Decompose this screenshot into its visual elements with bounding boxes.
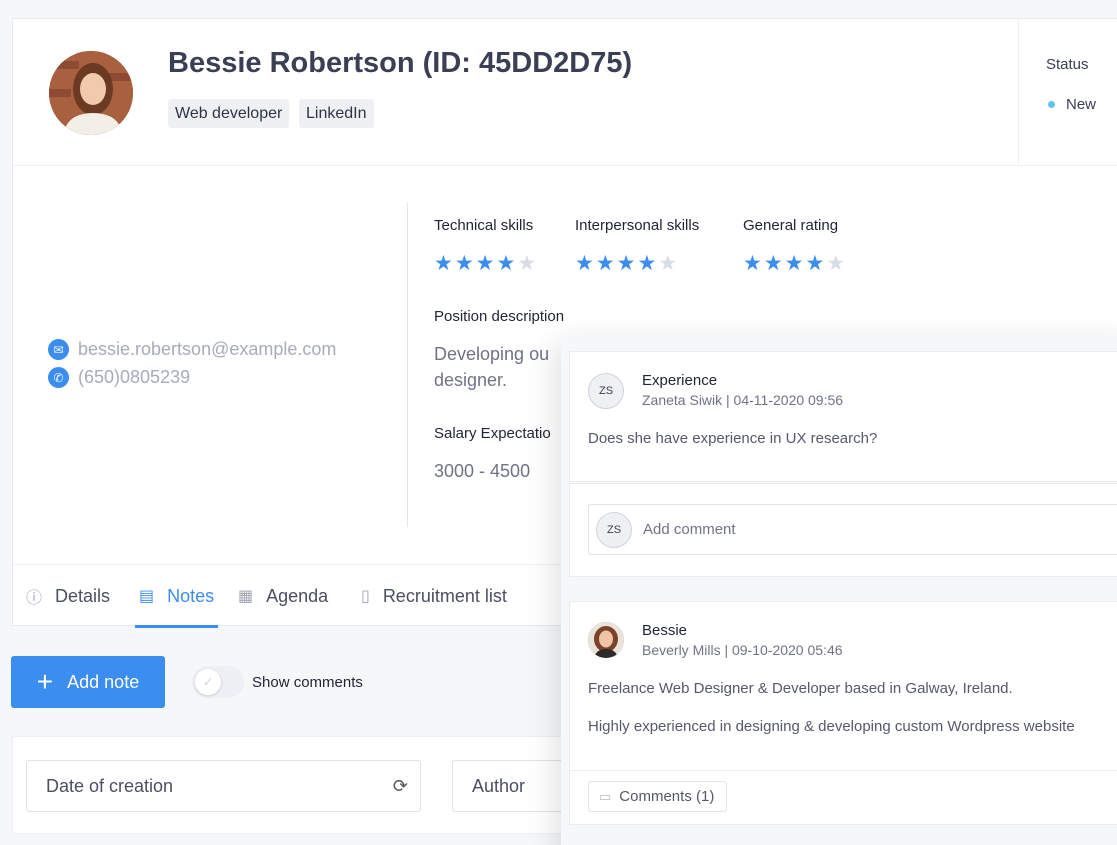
star-icon[interactable]: ★ <box>476 253 495 274</box>
rating-label-technical: Technical skills <box>434 217 534 234</box>
add-note-button[interactable]: + Add note <box>11 656 165 708</box>
info-icon: ⓘ <box>26 590 43 607</box>
check-icon: ✓ <box>202 675 214 689</box>
note-body: Does she have experience in UX research? <box>588 430 878 447</box>
position-description-label: Position description <box>434 308 565 325</box>
position-description-line: Developing ou <box>434 344 550 364</box>
date-filter-label: Date of creation <box>46 775 174 796</box>
status-label: Status <box>1046 56 1089 73</box>
comments-button[interactable]: ▭ Comments (1) <box>588 781 728 812</box>
refresh-icon[interactable]: ⟳ <box>393 776 408 797</box>
document-icon: ▤ <box>139 588 155 605</box>
email-row[interactable]: ✉ bessie.robertson@example.com <box>48 339 336 360</box>
star-icon[interactable]: ★ <box>496 253 515 274</box>
star-icon[interactable]: ★ <box>617 253 636 274</box>
calendar-icon: ▦ <box>238 588 254 605</box>
note-meta: Beverly Mills | 09-10-2020 05:46 <box>642 642 843 658</box>
tab-details[interactable]: ⓘ Details <box>26 565 110 627</box>
star-icon[interactable]: ★ <box>455 253 474 274</box>
star-icon[interactable]: ★ <box>826 253 845 274</box>
rating-stars-interpersonal[interactable]: ★ ★ ★ ★ ★ <box>575 253 677 274</box>
status-value[interactable]: New <box>1066 96 1096 113</box>
show-comments-toggle[interactable]: ✓ <box>192 666 244 698</box>
phone-row[interactable]: ✆ (650)0805239 <box>48 367 190 388</box>
add-comment-input[interactable]: ZS Add comment <box>588 504 1117 555</box>
tab-label: Details <box>55 585 111 606</box>
add-comment-placeholder: Add comment <box>643 521 736 538</box>
star-icon[interactable]: ★ <box>517 253 536 274</box>
candidate-name: Bessie Robertson (ID: 45DD2D75) <box>168 47 633 79</box>
tab-label: Agenda <box>266 585 329 606</box>
salary-label: Salary Expectatio <box>434 425 551 442</box>
tab-label: Notes <box>167 585 215 606</box>
star-icon[interactable]: ★ <box>637 253 656 274</box>
rating-label-interpersonal: Interpersonal skills <box>575 217 700 234</box>
author-initials-avatar: ZS <box>588 373 624 409</box>
clipboard-icon: ▯ <box>361 588 370 605</box>
whatsapp-icon: ✆ <box>48 367 69 388</box>
tag-linkedin[interactable]: LinkedIn <box>299 99 374 128</box>
toggle-knob: ✓ <box>195 669 221 695</box>
star-icon[interactable]: ★ <box>658 253 677 274</box>
star-icon[interactable]: ★ <box>764 253 783 274</box>
email-icon: ✉ <box>48 339 69 360</box>
date-of-creation-filter[interactable]: Date of creation ⟳ <box>26 760 421 812</box>
author-filter-label: Author <box>472 775 526 796</box>
note-body: Highly experienced in designing & develo… <box>588 718 1075 735</box>
position-description-line: designer. <box>434 370 508 390</box>
tab-notes[interactable]: ▤ Notes <box>134 565 219 628</box>
star-icon[interactable]: ★ <box>743 253 762 274</box>
tab-label: Recruitment list <box>382 585 507 606</box>
show-comments-label: Show comments <box>252 674 363 691</box>
comment-icon: ▭ <box>599 788 612 804</box>
candidate-header: Bessie Robertson (ID: 45DD2D75) Web deve… <box>13 19 1117 166</box>
tab-recruitment-list[interactable]: ▯ Recruitment list <box>361 565 507 627</box>
status-divider <box>1018 19 1019 165</box>
notes-panel: ZS Experience Zaneta Siwik | 04-11-2020 … <box>561 337 1117 845</box>
author-avatar <box>588 622 624 658</box>
candidate-avatar <box>49 51 133 135</box>
salary-value: 3000 - 4500 <box>434 461 531 481</box>
note-title: Experience <box>642 372 718 389</box>
star-icon[interactable]: ★ <box>596 253 615 274</box>
note-card: ZS Experience Zaneta Siwik | 04-11-2020 … <box>569 351 1117 482</box>
rating-stars-general[interactable]: ★ ★ ★ ★ ★ <box>743 253 845 274</box>
phone-link[interactable]: (650)0805239 <box>78 367 190 388</box>
comments-label: Comments (1) <box>619 788 715 805</box>
note-meta: Zaneta Siwik | 04-11-2020 09:56 <box>642 392 844 408</box>
rating-stars-technical[interactable]: ★ ★ ★ ★ ★ <box>434 253 536 274</box>
tab-agenda[interactable]: ▦ Agenda <box>238 565 328 627</box>
add-note-label: Add note <box>67 671 140 692</box>
star-icon[interactable]: ★ <box>575 253 594 274</box>
comment-section: ZS Add comment <box>569 483 1117 577</box>
star-icon[interactable]: ★ <box>434 253 453 274</box>
star-icon[interactable]: ★ <box>805 253 824 274</box>
commenter-initials-avatar: ZS <box>596 512 632 548</box>
plus-icon: + <box>36 666 54 697</box>
star-icon[interactable]: ★ <box>785 253 804 274</box>
section-divider <box>407 203 408 527</box>
status-dot-icon <box>1048 101 1055 108</box>
note-footer: ▭ Comments (1) <box>569 771 1117 825</box>
position-description-text: Developing ou designer. <box>434 341 549 393</box>
tag-web-developer[interactable]: Web developer <box>168 99 290 128</box>
note-title: Bessie <box>642 622 688 639</box>
rating-label-general: General rating <box>743 217 839 234</box>
note-card: Bessie Beverly Mills | 09-10-2020 05:46 … <box>569 601 1117 771</box>
note-body: Freelance Web Designer & Developer based… <box>588 680 1013 697</box>
email-link[interactable]: bessie.robertson@example.com <box>78 339 336 360</box>
